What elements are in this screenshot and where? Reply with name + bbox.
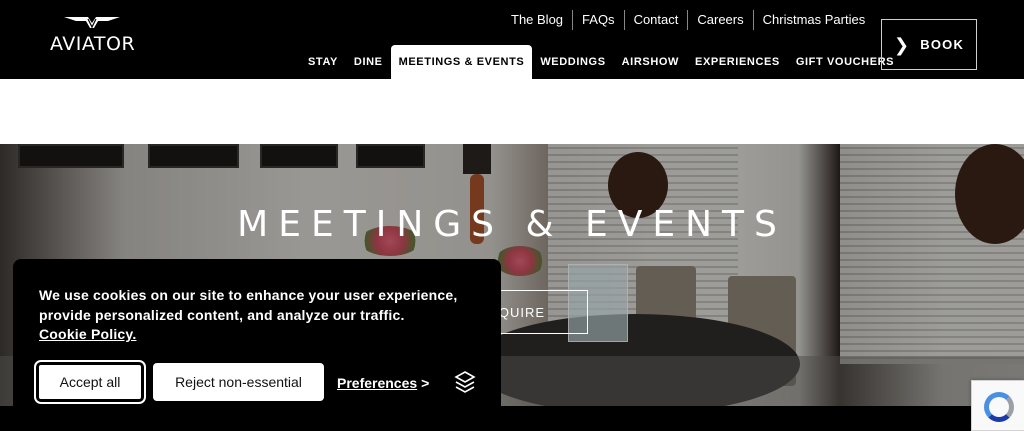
nav-weddings[interactable]: WEDDINGS bbox=[532, 45, 613, 79]
link-faqs[interactable]: FAQs bbox=[572, 10, 624, 30]
utility-nav: The Blog FAQs Contact Careers Christmas … bbox=[502, 10, 874, 30]
preferences-link[interactable]: Preferences > bbox=[337, 375, 429, 391]
nav-experiences[interactable]: EXPERIENCES bbox=[687, 45, 788, 79]
link-careers[interactable]: Careers bbox=[687, 10, 752, 30]
site-header: AVIATOR The Blog FAQs Contact Careers Ch… bbox=[0, 0, 1024, 79]
link-blog[interactable]: The Blog bbox=[502, 10, 572, 30]
main-nav: STAY DINE MEETINGS & EVENTS WEDDINGS AIR… bbox=[300, 45, 902, 79]
cookie-message-block: We use cookies on our site to enhance yo… bbox=[39, 286, 479, 345]
chevron-right-icon: > bbox=[421, 375, 430, 391]
preferences-label: Preferences bbox=[337, 375, 418, 391]
reject-non-essential-button[interactable]: Reject non-essential bbox=[153, 363, 324, 401]
hero-title: MEETINGS & EVENTS bbox=[237, 204, 787, 245]
wings-icon bbox=[64, 17, 120, 29]
recaptcha-badge[interactable] bbox=[971, 380, 1024, 431]
accept-all-button[interactable]: Accept all bbox=[34, 360, 146, 404]
nav-meetings-events[interactable]: MEETINGS & EVENTS bbox=[390, 45, 533, 79]
recaptcha-icon bbox=[984, 392, 1014, 422]
cookie-provider-icon[interactable] bbox=[453, 370, 477, 394]
nav-airshow[interactable]: AIRSHOW bbox=[614, 45, 687, 79]
nav-stay[interactable]: STAY bbox=[300, 45, 346, 79]
cookie-banner: We use cookies on our site to enhance yo… bbox=[13, 259, 501, 431]
link-christmas-parties[interactable]: Christmas Parties bbox=[752, 10, 875, 30]
cookie-policy-link[interactable]: Cookie Policy. bbox=[39, 326, 136, 342]
chevron-right-icon: ❯ bbox=[893, 34, 911, 55]
book-button[interactable]: ❯ BOOK bbox=[881, 19, 977, 70]
nav-dine[interactable]: DINE bbox=[346, 45, 391, 79]
book-label: BOOK bbox=[920, 37, 965, 52]
link-contact[interactable]: Contact bbox=[623, 10, 688, 30]
cookie-message: We use cookies on our site to enhance yo… bbox=[39, 287, 458, 323]
aviator-logo[interactable]: AVIATOR bbox=[50, 16, 136, 56]
logo-text: AVIATOR bbox=[50, 33, 136, 55]
